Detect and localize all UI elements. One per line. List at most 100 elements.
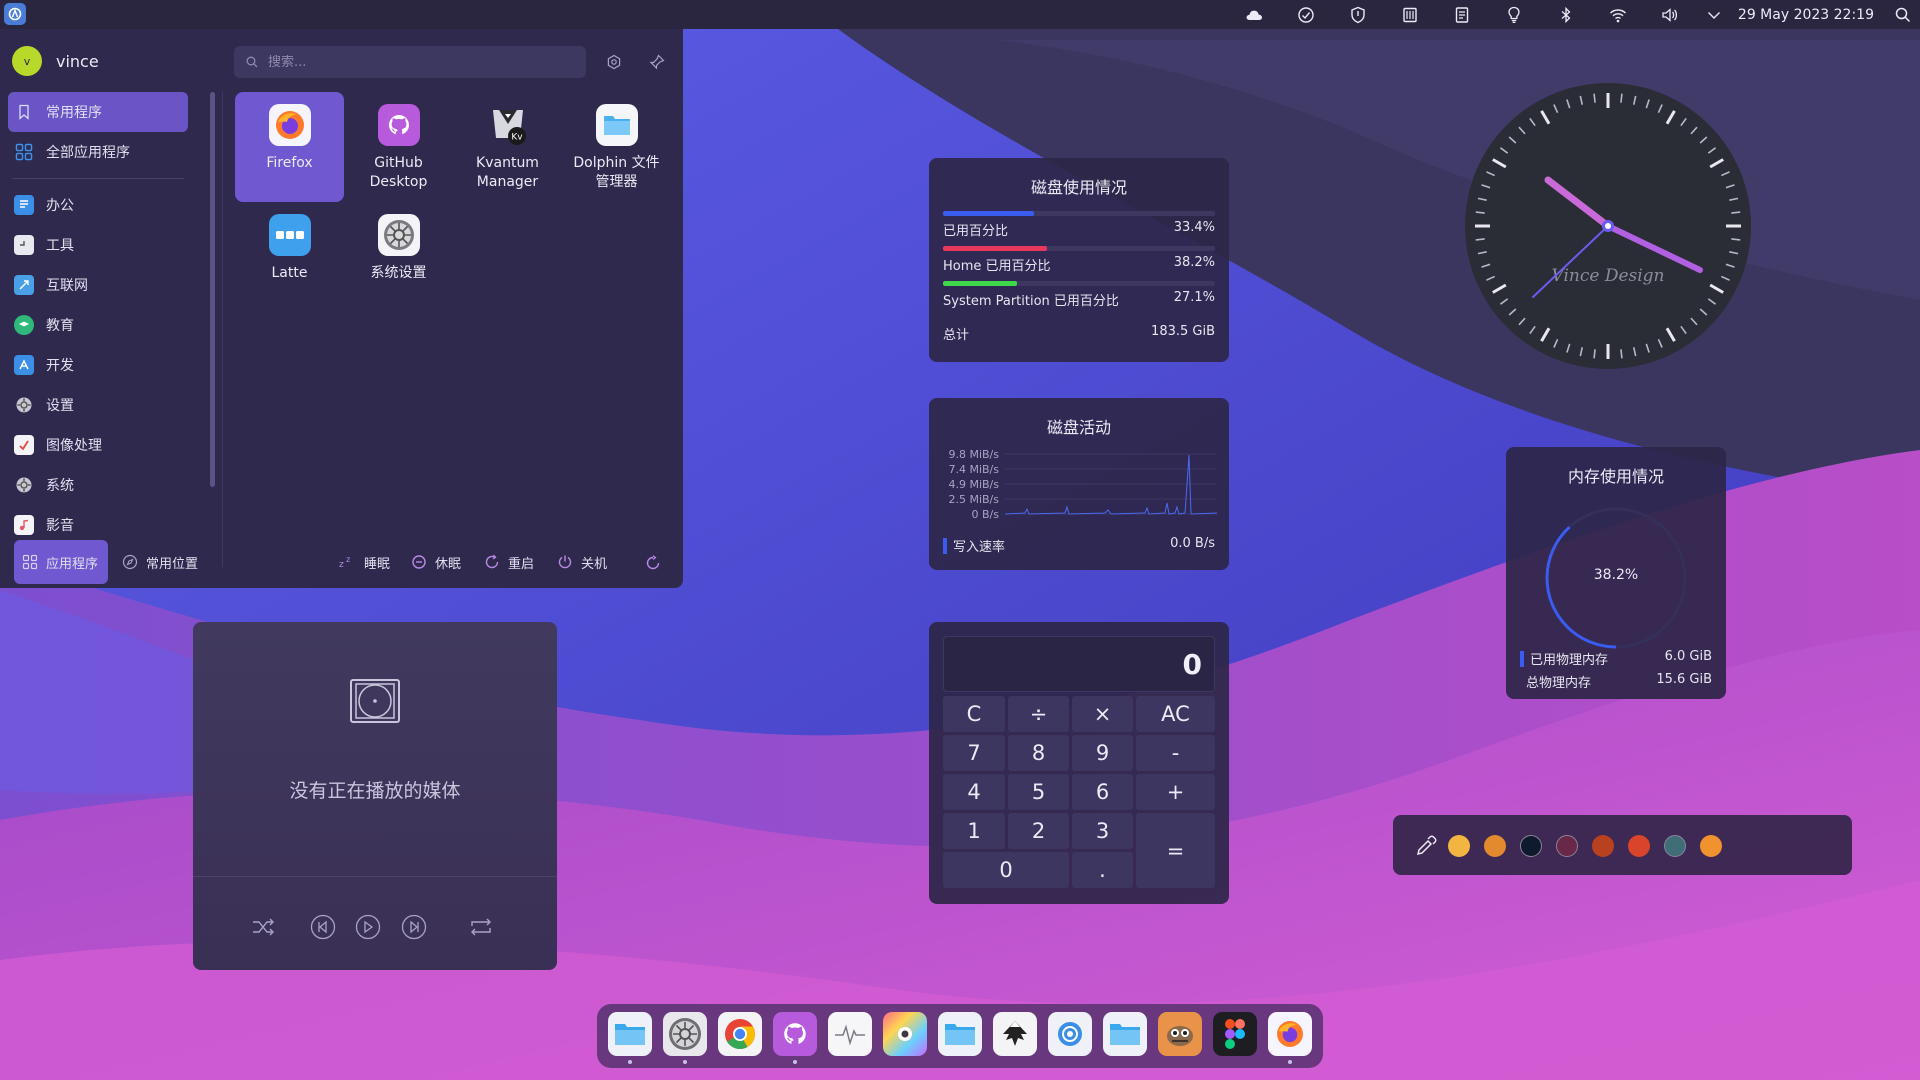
next-icon[interactable] [399,912,429,942]
firefox-icon[interactable] [1268,1012,1312,1056]
cloud-icon[interactable] [1228,0,1280,29]
sidebar-item-system[interactable]: 系统 [8,465,188,505]
app-tile-dolphin[interactable]: Dolphin 文件 管理器 [562,92,671,202]
github-icon[interactable] [773,1012,817,1056]
figma-icon[interactable] [1213,1012,1257,1056]
sidebar-item-graphics[interactable]: 图像处理 [8,425,188,465]
photos-icon[interactable] [883,1012,927,1056]
color-swatch[interactable] [1448,835,1470,857]
gimp-icon[interactable] [1158,1012,1202,1056]
calc-plus-button[interactable]: + [1136,774,1215,810]
update-icon[interactable] [1280,0,1332,29]
color-swatch[interactable] [1628,835,1650,857]
sidebar-item-internet[interactable]: 互联网 [8,265,188,305]
power-icon [558,555,572,569]
shield-icon[interactable] [1332,0,1384,29]
dock [597,1004,1323,1068]
calc-digit-9[interactable]: 9 [1072,735,1133,771]
avatar[interactable]: v [12,46,42,76]
color-swatch[interactable] [1700,835,1722,857]
restart-button[interactable]: 重启 [476,540,542,584]
sleep-button[interactable]: zz 睡眠 [330,540,398,584]
calc-digit-1[interactable]: 1 [943,813,1005,849]
configure-icon[interactable] [601,49,627,75]
calc-digit-5[interactable]: 5 [1008,774,1069,810]
calc-digit-4[interactable]: 4 [943,774,1005,810]
color-swatch[interactable] [1556,835,1578,857]
color-swatch[interactable] [1664,835,1686,857]
calc-clear-button[interactable]: C [943,696,1005,732]
disk-usage-row: System Partition 已用百分比 27.1% [943,281,1215,309]
wifi-icon[interactable] [1592,0,1644,29]
calc-minus-button[interactable]: - [1136,735,1215,771]
sidebar-scrollbar[interactable] [210,92,215,487]
calc-digit-7[interactable]: 7 [943,735,1005,771]
color-swatch[interactable] [1520,835,1542,857]
calc-all-clear-button[interactable]: AC [1136,696,1215,732]
system-settings-icon[interactable] [663,1012,707,1056]
activity-graph [1005,453,1217,515]
app-tile-firefox[interactable]: Firefox [235,92,344,202]
education-icon [14,315,34,335]
footer-applications-button[interactable]: 应用程序 [14,540,108,584]
bookmark-icon [14,102,34,122]
calc-digit-6[interactable]: 6 [1072,774,1133,810]
chevron-down-icon[interactable] [1696,0,1732,29]
calc-divide-button[interactable]: ÷ [1008,696,1069,732]
sidebar-item-settings[interactable]: 设置 [8,385,188,425]
previous-icon[interactable] [308,912,338,942]
compass-icon [122,554,138,570]
launcher-icon [8,7,22,21]
calc-multiply-button[interactable]: × [1072,696,1133,732]
clock-tick [1731,211,1741,214]
folder-icon[interactable] [938,1012,982,1056]
play-icon[interactable] [353,912,383,942]
sidebar-item-development[interactable]: 开发 [8,345,188,385]
color-swatch[interactable] [1484,835,1506,857]
system-monitor-icon[interactable] [828,1012,872,1056]
color-swatch[interactable] [1592,835,1614,857]
clipboard-icon[interactable] [1384,0,1436,29]
kvantum-icon: Kv [487,104,529,146]
sidebar-item-office[interactable]: 办公 [8,185,188,225]
menu-search-input[interactable] [268,54,568,70]
hibernate-button[interactable]: 休眠 [403,540,469,584]
notes-icon[interactable] [1436,0,1488,29]
sidebar-item-tools[interactable]: 工具 [8,225,188,265]
calc-digit-3[interactable]: 3 [1072,813,1133,849]
eyedropper-icon[interactable] [1413,833,1439,859]
volume-icon[interactable] [1644,0,1696,29]
calc-digit-2[interactable]: 2 [1008,813,1069,849]
pin-icon[interactable] [644,49,670,75]
calc-digit-0[interactable]: 0 [943,852,1069,888]
shutdown-button[interactable]: 关机 [549,540,615,584]
folder-icon[interactable] [608,1012,652,1056]
app-tile-system-settings[interactable]: 系统设置 [344,202,453,312]
repeat-icon[interactable] [466,912,496,942]
analog-clock-widget: Vince Design [1465,83,1751,369]
app-tile-latte[interactable]: Latte [235,202,344,312]
sidebar-item-education[interactable]: 教育 [8,305,188,345]
folder-icon[interactable] [1103,1012,1147,1056]
bulb-icon[interactable] [1488,0,1540,29]
disk-total-row: 总计 183.5 GiB [943,324,1215,343]
sidebar-item-favorites[interactable]: 常用程序 [8,92,188,132]
inkscape-icon[interactable] [993,1012,1037,1056]
footer-places-button[interactable]: 常用位置 [114,540,206,584]
calc-equals-button[interactable]: = [1136,813,1215,888]
app-tile-kvantum-manager[interactable]: Kv Kvantum Manager [453,92,562,202]
app-launcher-button[interactable] [4,3,26,25]
calculator-display: 0 [943,636,1215,692]
app-tile-github-desktop[interactable]: GitHub Desktop [344,92,453,202]
bluetooth-icon[interactable] [1540,0,1592,29]
username: vince [56,51,99,71]
panel-clock[interactable]: 29 May 2023 22:19 [1738,7,1874,23]
switch-user-icon[interactable] [641,551,665,575]
calc-decimal-button[interactable]: . [1072,852,1133,888]
calc-digit-8[interactable]: 8 [1008,735,1069,771]
shuffle-icon[interactable] [249,912,279,942]
krunner-icon[interactable] [1048,1012,1092,1056]
sidebar-item-all-apps[interactable]: 全部应用程序 [8,132,188,172]
search-icon[interactable] [1886,0,1920,29]
chrome-icon[interactable] [718,1012,762,1056]
